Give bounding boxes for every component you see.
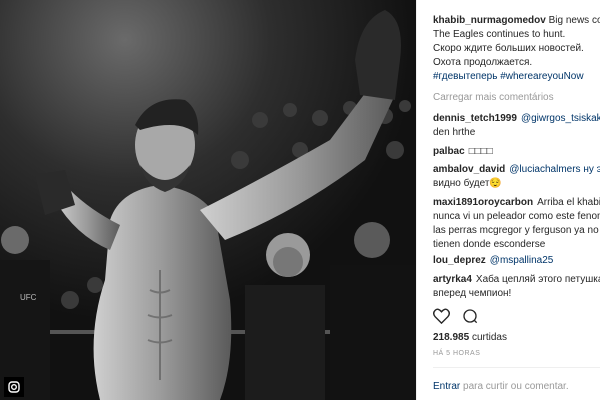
- load-more-comments-link[interactable]: Carregar mais comentários: [433, 92, 554, 103]
- comment-text: Arriba el khabib: [537, 197, 600, 208]
- comment-text-line2: вперед чемпион!: [433, 288, 512, 299]
- comment-text: □□□□: [468, 146, 493, 157]
- login-prompt-text: para curtir ou comentar.: [460, 381, 569, 392]
- comment-username[interactable]: artyrka4: [433, 274, 472, 285]
- fighter-photo: UFC: [0, 0, 416, 400]
- comment-item: palbac □□□□: [433, 145, 600, 159]
- comment-username[interactable]: maxi1891oroycarbon: [433, 197, 533, 208]
- caption-text-1: Big news com: [548, 15, 600, 26]
- comment-item: artyrka4 Хаба цепляй этого петушка. впере…: [433, 273, 600, 301]
- comment-username[interactable]: lou_deprez: [433, 255, 486, 266]
- comment-text-line2: den hrthe: [433, 127, 476, 138]
- login-link[interactable]: Entrar: [433, 381, 460, 392]
- post-photo[interactable]: UFC: [0, 0, 416, 400]
- comments-panel: khabib_nurmagomedov Big news com The Eag…: [416, 0, 600, 400]
- comment-text-line4: tienen donde esconderse: [433, 239, 546, 250]
- likes-label: curtidas: [471, 332, 507, 343]
- comment-item: dennis_tetch1999 @giwrgos_tsiskakis a den…: [433, 112, 600, 140]
- comment-text-line2: nunca vi un peleador como este fenom: [433, 211, 600, 222]
- caption-text-3: Скоро ждите больших новостей.: [433, 43, 584, 54]
- likes-count[interactable]: 218.985 curtidas: [433, 332, 507, 343]
- svg-text:UFC: UFC: [20, 293, 37, 302]
- caption-text-4: Охота продолжается.: [433, 57, 533, 68]
- comment-text[interactable]: @luciachalmers ну это: [509, 164, 600, 175]
- divider: [433, 367, 600, 368]
- likes-number: 218.985: [433, 332, 470, 343]
- caption-text-2: The Eagles continues to hunt.: [433, 29, 566, 40]
- comment-bubble-icon[interactable]: [462, 308, 478, 324]
- caption-hashtags[interactable]: #гдевытеперь #whereareyouNow: [433, 70, 600, 84]
- comment-text[interactable]: @mspallina25: [490, 255, 554, 266]
- heart-icon[interactable]: [433, 308, 450, 324]
- post-caption: khabib_nurmagomedov Big news com The Eag…: [433, 14, 600, 84]
- login-prompt: Entrar para curtir ou comentar.: [433, 381, 569, 392]
- comment-item: lou_deprez @mspallina25: [433, 254, 600, 268]
- comment-text[interactable]: @giwrgos_tsiskakis a: [521, 113, 600, 124]
- comment-text: Хаба цепляй этого петушка.: [475, 274, 600, 285]
- comment-username[interactable]: ambalov_david: [433, 164, 505, 175]
- instagram-icon[interactable]: [4, 377, 24, 397]
- comment-item: ambalov_david @luciachalmers ну это видно…: [433, 163, 600, 191]
- comment-text-line2: видно будет😌: [433, 178, 502, 189]
- post-timestamp: HÁ 5 HORAS: [433, 350, 481, 357]
- caption-username[interactable]: khabib_nurmagomedov: [433, 15, 546, 26]
- instagram-glyph: [8, 381, 20, 393]
- instagram-post: UFC khabib_nurmagomedov Big news c The E…: [0, 0, 600, 400]
- comment-username[interactable]: dennis_tetch1999: [433, 113, 517, 124]
- comment-text-line3: las perras mcgregor y ferguson ya no: [433, 225, 599, 236]
- comment-item: maxi1891oroycarbon Arriba el khabib nunca…: [433, 196, 600, 252]
- post-actions: [433, 307, 486, 325]
- comment-username[interactable]: palbac: [433, 146, 465, 157]
- caption-line-1: khabib_nurmagomedov Big news com: [433, 14, 600, 28]
